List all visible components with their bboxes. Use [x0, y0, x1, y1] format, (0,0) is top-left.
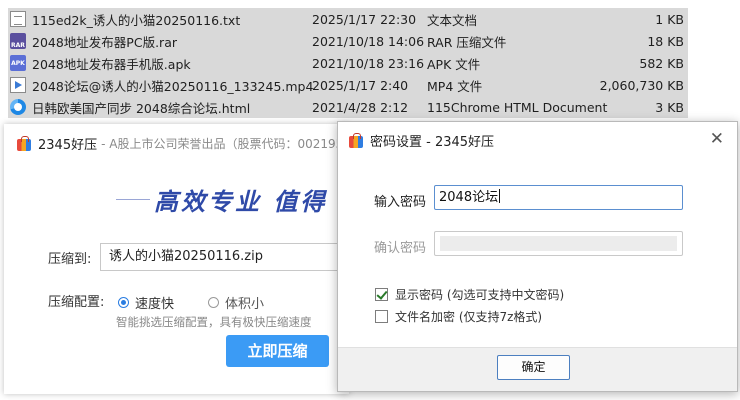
- app-subtitle: - A股上市公司荣誉出品（股票代码：002195）: [101, 137, 356, 151]
- compressor-window: 2345好压 - A股上市公司荣誉出品（股票代码：002195） 高效专业 值得…: [4, 124, 355, 394]
- confirm-password-input[interactable]: [434, 231, 683, 256]
- apk-file-icon: APK: [10, 55, 26, 71]
- slogan: 高效专业 值得: [154, 188, 328, 216]
- file-name: 115ed2k_诱人的小猫20250116.txt: [32, 12, 241, 28]
- mp4-file-icon: [10, 77, 26, 93]
- slogan-divider: [116, 199, 150, 200]
- disabled-fill: [440, 236, 677, 251]
- dialog-footer: 确定: [338, 347, 737, 391]
- radio-small-label: 体积小: [225, 297, 265, 312]
- radio-fast[interactable]: 速度快: [118, 293, 174, 312]
- password-dialog: 密码设置 - 2345好压 ✕ 输入密码 2048论坛 确认密码 显示密码 (勾…: [337, 121, 738, 392]
- archive-name-input[interactable]: 诱人的小猫20250116.zip: [100, 243, 349, 271]
- app-name: 2345好压: [38, 138, 98, 153]
- app-logo-icon: [348, 132, 364, 149]
- ok-button[interactable]: 确定: [497, 355, 570, 380]
- radio-selected-icon: [118, 297, 129, 308]
- file-type: RAR 压缩文件: [427, 34, 507, 50]
- dialog-titlebar: 密码设置 - 2345好压: [348, 131, 494, 150]
- compress-to-label: 压缩到:: [48, 252, 92, 267]
- file-date: 2021/10/18 14:06: [312, 33, 425, 49]
- file-size: 582 KB: [639, 55, 684, 71]
- radio-unselected-icon: [208, 297, 219, 308]
- app-logo-icon: [16, 135, 32, 152]
- enter-password-label: 输入密码: [374, 195, 427, 210]
- rar-file-icon: RAR: [10, 33, 26, 49]
- file-type: 文本文档: [427, 12, 478, 28]
- file-name: 2048地址发布器手机版.apk: [32, 56, 191, 72]
- config-hint: 智能挑选压缩配置，具有极快压缩速度: [116, 315, 312, 329]
- html-file-icon: [10, 99, 26, 115]
- show-password-checkbox[interactable]: 显示密码 (勾选可支持中文密码): [375, 286, 564, 303]
- file-type: APK 文件: [427, 56, 481, 72]
- password-input[interactable]: 2048论坛: [434, 185, 683, 210]
- file-date: 2021/10/18 23:16: [312, 55, 425, 71]
- radio-fast-label: 速度快: [135, 297, 175, 312]
- encrypt-filenames-checkbox[interactable]: 文件名加密 (仅支持7z格式): [375, 308, 542, 325]
- file-row[interactable]: APK 2048地址发布器手机版.apk 2021/10/18 23:16 AP…: [8, 52, 688, 74]
- config-label: 压缩配置:: [48, 295, 105, 310]
- show-password-label: 显示密码 (勾选可支持中文密码): [395, 288, 565, 302]
- file-date: 2021/4/28 2:12: [312, 99, 409, 115]
- txt-file-icon: [10, 11, 26, 27]
- file-size: 2,060,730 KB: [599, 77, 684, 93]
- checkbox-checked-icon: [375, 288, 388, 301]
- window-titlebar: 2345好压 - A股上市公司荣誉出品（股票代码：002195）: [16, 134, 355, 153]
- dialog-title: 密码设置 - 2345好压: [370, 135, 495, 150]
- text-caret: [499, 189, 501, 203]
- file-type: MP4 文件: [427, 78, 483, 94]
- file-size: 18 KB: [647, 33, 684, 49]
- checkbox-unchecked-icon: [375, 310, 388, 323]
- file-name: 2048地址发布器PC版.rar: [32, 34, 177, 50]
- file-size: 1 KB: [655, 11, 684, 27]
- file-name: 日韩欧美国产同步 2048综合论坛.html: [32, 100, 251, 116]
- file-type: 115Chrome HTML Document: [427, 99, 608, 115]
- file-row[interactable]: 2048论坛@诱人的小猫20250116_133245.mp4 2025/1/1…: [8, 74, 688, 96]
- file-name: 2048论坛@诱人的小猫20250116_133245.mp4: [32, 78, 314, 94]
- file-date: 2025/1/17 22:30: [312, 11, 417, 27]
- file-row[interactable]: 115ed2k_诱人的小猫20250116.txt 2025/1/17 22:3…: [8, 8, 688, 30]
- password-value: 2048论坛: [439, 190, 499, 205]
- confirm-password-label: 确认密码: [374, 241, 427, 256]
- file-date: 2025/1/17 2:40: [312, 77, 409, 93]
- encrypt-filenames-label: 文件名加密 (仅支持7z格式): [395, 310, 543, 324]
- radio-small[interactable]: 体积小: [208, 293, 264, 312]
- file-size: 3 KB: [655, 99, 684, 115]
- compress-now-button[interactable]: 立即压缩: [226, 335, 329, 367]
- file-row[interactable]: RAR 2048地址发布器PC版.rar 2021/10/18 14:06 RA…: [8, 30, 688, 52]
- file-row[interactable]: 日韩欧美国产同步 2048综合论坛.html 2021/4/28 2:12 11…: [8, 96, 688, 118]
- close-icon[interactable]: ✕: [710, 130, 724, 148]
